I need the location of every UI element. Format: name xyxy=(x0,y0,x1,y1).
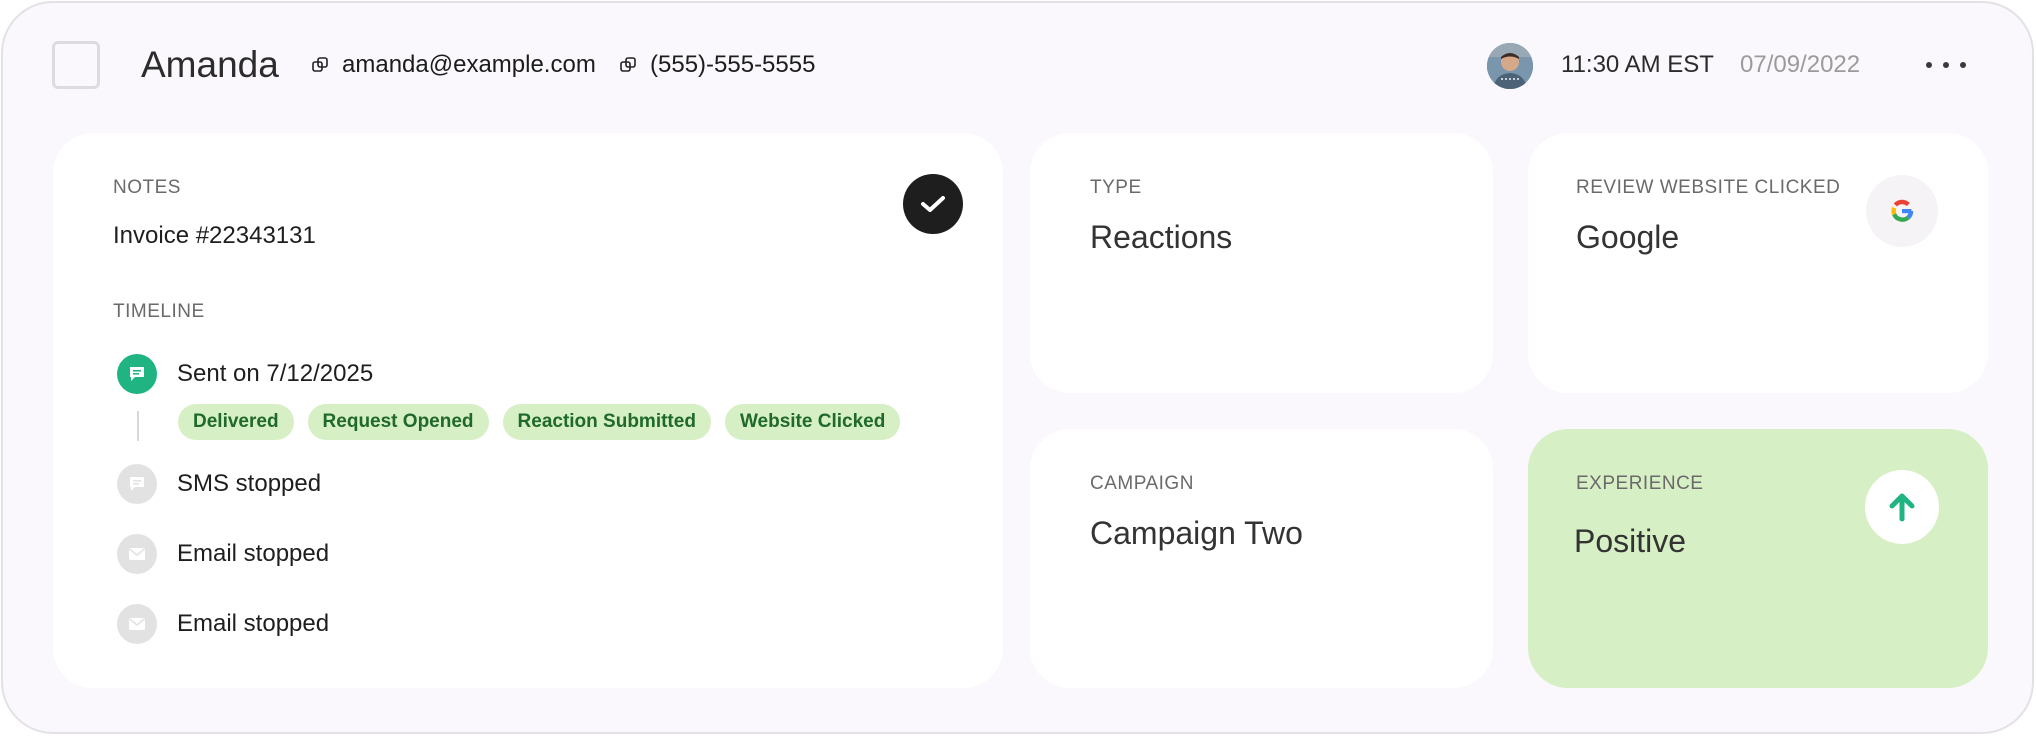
more-options-button[interactable] xyxy=(1922,53,1970,77)
experience-card: EXPERIENCE Positive xyxy=(1528,429,1988,688)
review-request-panel: Amanda amanda@example.com (555)-555-5555… xyxy=(1,1,2034,734)
timeline-text: Email stopped xyxy=(177,610,330,637)
dot xyxy=(1960,62,1966,68)
type-value: Reactions xyxy=(1090,219,1233,255)
dot xyxy=(1943,62,1949,68)
notes-card: NOTES Invoice #22343131 TIMELINE Sent on… xyxy=(53,133,1003,688)
contact-name: Amanda xyxy=(141,44,279,85)
notes-label: NOTES xyxy=(113,177,181,198)
mail-icon xyxy=(117,604,157,644)
checkmark-icon xyxy=(921,196,945,212)
campaign-label: CAMPAIGN xyxy=(1090,473,1194,494)
notes-text: Invoice #22343131 xyxy=(113,222,316,249)
type-card: TYPE Reactions xyxy=(1030,133,1493,393)
status-badge: Reaction Submitted xyxy=(502,404,711,440)
phone-text: (555)-555-5555 xyxy=(650,51,816,78)
email-text: amanda@example.com xyxy=(342,51,596,78)
review-website-value: Google xyxy=(1576,219,1680,255)
sent-date: 07/09/2022 xyxy=(1740,51,1861,78)
status-badge: Website Clicked xyxy=(724,404,901,440)
status-tags: Delivered Request Opened Reaction Submit… xyxy=(178,404,914,440)
arrow-up-icon xyxy=(1865,470,1939,544)
copy-icon[interactable] xyxy=(312,57,328,73)
timeline-item: Sent on 7/12/2025 xyxy=(117,354,373,394)
timeline-text: Sent on 7/12/2025 xyxy=(177,360,374,387)
timeline-item: Email stopped xyxy=(117,534,329,574)
timeline-text: Email stopped xyxy=(177,540,330,567)
timeline-label: TIMELINE xyxy=(113,301,205,322)
email-contact[interactable]: amanda@example.com xyxy=(312,51,596,79)
avatar xyxy=(1487,43,1533,89)
review-website-card: REVIEW WEBSITE CLICKED Google xyxy=(1528,133,1988,393)
sms-icon xyxy=(117,464,157,504)
sms-icon xyxy=(117,354,157,394)
phone-contact[interactable]: (555)-555-5555 xyxy=(620,51,815,79)
sent-time: 11:30 AM EST xyxy=(1561,51,1714,78)
status-badge: Request Opened xyxy=(307,404,489,440)
experience-label: EXPERIENCE xyxy=(1576,473,1704,494)
campaign-card: CAMPAIGN Campaign Two xyxy=(1030,429,1493,688)
mark-complete-button[interactable] xyxy=(903,174,963,234)
status-badge: Delivered xyxy=(178,404,294,440)
copy-icon[interactable] xyxy=(620,57,636,73)
dot xyxy=(1926,62,1932,68)
timeline-item: Email stopped xyxy=(117,604,329,644)
timeline-connector xyxy=(137,411,139,441)
timeline-item: SMS stopped xyxy=(117,464,321,504)
review-website-label: REVIEW WEBSITE CLICKED xyxy=(1576,177,1841,198)
mail-icon xyxy=(117,534,157,574)
campaign-value: Campaign Two xyxy=(1090,515,1303,551)
timeline-text: SMS stopped xyxy=(177,470,322,497)
type-label: TYPE xyxy=(1090,177,1142,198)
experience-value: Positive xyxy=(1574,523,1687,559)
google-icon xyxy=(1866,175,1938,247)
select-checkbox[interactable] xyxy=(52,41,100,89)
